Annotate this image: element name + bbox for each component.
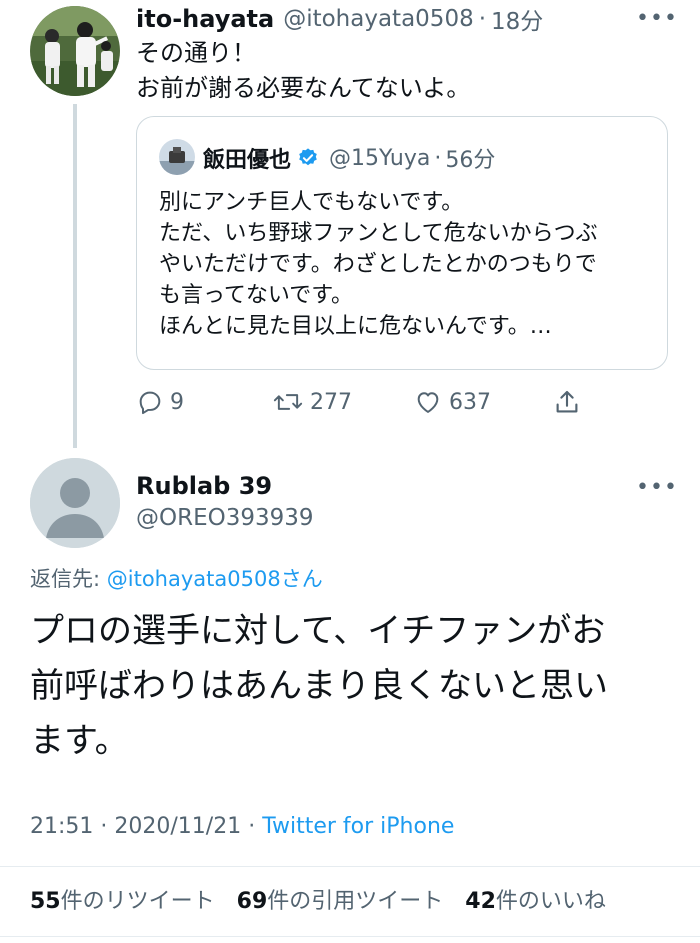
quoted-timestamp: 56分 bbox=[445, 148, 496, 173]
likes-count: 42 bbox=[465, 889, 496, 914]
reply-count: 9 bbox=[170, 389, 184, 415]
parent-text-line: お前が謝る必要なんてないよ。 bbox=[136, 74, 471, 102]
quoted-text-line: ほんとに見た目以上に危ないんです。… bbox=[159, 314, 552, 339]
tweet-metadata: 21:51 · 2020/11/21 · Twitter for iPhone bbox=[30, 814, 454, 839]
quoted-handle: @15Yuya bbox=[329, 145, 431, 171]
engagement-stats: 55件のリツイート 69件の引用ツイート 42件のいいね bbox=[30, 883, 628, 915]
quoted-text-line: やいただけです。わざとしたとかのつもりで bbox=[159, 252, 597, 277]
tweet-source-link[interactable]: Twitter for iPhone bbox=[262, 814, 454, 839]
avatar-ito-hayata[interactable] bbox=[30, 6, 120, 96]
share-button[interactable] bbox=[552, 384, 582, 420]
divider bbox=[0, 936, 700, 937]
tweet-date[interactable]: 2020/11/21 bbox=[114, 814, 241, 839]
reply-button[interactable]: 9 bbox=[136, 384, 184, 420]
quoted-text-line: も言ってないです。 bbox=[159, 283, 354, 308]
parent-tweet-text: その通り！ お前が謝る必要なんてないよ。 bbox=[136, 36, 656, 106]
thread-connector-line bbox=[73, 104, 77, 448]
meta-separator: · bbox=[93, 814, 115, 839]
quoted-text-line: ただ、いち野球ファンとして危ないからつぶ bbox=[159, 221, 598, 246]
like-count: 637 bbox=[449, 389, 491, 415]
quotes-stat[interactable]: 69件の引用ツイート bbox=[237, 883, 444, 915]
main-display-name[interactable]: Rublab 39 bbox=[136, 472, 272, 500]
meta-separator: · bbox=[241, 814, 263, 839]
quoted-avatar bbox=[159, 139, 195, 175]
quoted-text-line: 別にアンチ巨人でもないです。 bbox=[159, 190, 464, 215]
parent-timestamp[interactable]: 18分 bbox=[491, 2, 543, 36]
quoted-tweet-card[interactable]: 飯田優也 @15Yuya · 56分 別にアンチ巨人でもないです。 ただ、いち野… bbox=[136, 116, 668, 370]
parent-handle[interactable]: @itohayata0508 bbox=[283, 6, 474, 32]
tweet-time[interactable]: 21:51 bbox=[30, 814, 93, 839]
main-text-line: プロの選手に対して、イチファンがお bbox=[30, 611, 606, 651]
main-tweet-text: プロの選手に対して、イチファンがお 前呼ばわりはあんまり良くないと思い ます。 bbox=[30, 604, 670, 769]
parent-display-name[interactable]: ito-hayata bbox=[136, 5, 274, 33]
like-button[interactable]: 637 bbox=[413, 384, 491, 420]
main-text-line: 前呼ばわりはあんまり良くないと思い bbox=[30, 666, 608, 706]
likes-stat[interactable]: 42件のいいね bbox=[465, 883, 606, 915]
reply-to-handle-link[interactable]: @itohayata0508 bbox=[107, 567, 281, 591]
main-more-icon[interactable]: ••• bbox=[636, 475, 677, 500]
quoted-tweet-text: 別にアンチ巨人でもないです。 ただ、いち野球ファンとして危ないからつぶ やいただ… bbox=[159, 187, 659, 342]
retweet-count: 277 bbox=[310, 389, 352, 415]
likes-label: 件のいいね bbox=[495, 889, 606, 914]
reply-to-label: 返信先: bbox=[30, 567, 107, 591]
parent-separator: · bbox=[478, 6, 487, 32]
retweets-count: 55 bbox=[30, 889, 61, 914]
reply-to-suffix: さん bbox=[280, 567, 323, 591]
reply-icon bbox=[136, 388, 164, 416]
verified-badge-icon bbox=[297, 147, 319, 169]
retweet-button[interactable]: 277 bbox=[272, 384, 352, 420]
main-text-line: ます。 bbox=[30, 721, 129, 761]
main-handle[interactable]: @OREO393939 bbox=[136, 505, 314, 531]
heart-icon bbox=[413, 388, 443, 416]
quoted-tweet-header: 飯田優也 @15Yuya · 56分 bbox=[203, 141, 495, 175]
quoted-separator: · bbox=[434, 145, 442, 171]
quotes-label: 件の引用ツイート bbox=[267, 889, 444, 914]
retweets-stat[interactable]: 55件のリツイート bbox=[30, 883, 215, 915]
replying-to: 返信先: @itohayata0508さん bbox=[30, 563, 323, 593]
parent-tweet-header: ito-hayata @itohayata0508 · 18分 bbox=[136, 2, 543, 36]
retweets-label: 件のリツイート bbox=[60, 889, 215, 914]
parent-more-icon[interactable]: ••• bbox=[636, 6, 677, 31]
retweet-icon bbox=[272, 388, 304, 416]
default-avatar-icon[interactable] bbox=[30, 458, 120, 548]
quoted-display-name: 飯田優也 bbox=[203, 148, 292, 173]
quotes-count: 69 bbox=[236, 889, 268, 914]
divider bbox=[0, 866, 700, 867]
parent-text-line: その通り！ bbox=[136, 39, 256, 67]
share-icon bbox=[552, 387, 582, 417]
